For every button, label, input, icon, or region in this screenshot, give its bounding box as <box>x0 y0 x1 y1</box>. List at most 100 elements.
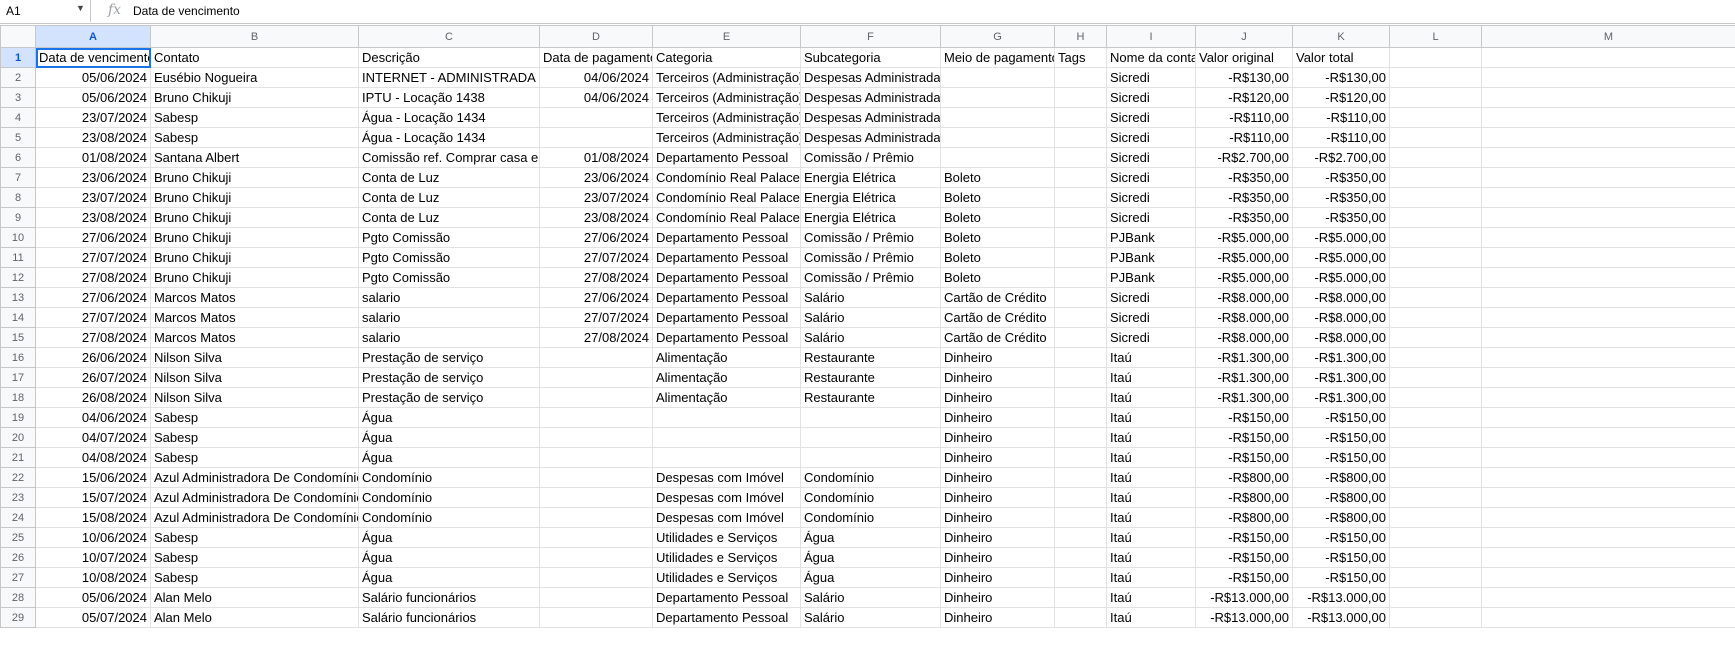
table-cell[interactable]: Nilson Silva <box>150 347 359 368</box>
table-cell[interactable]: Água <box>358 547 540 568</box>
table-cell[interactable]: Santana Albert <box>150 147 359 168</box>
table-cell[interactable] <box>1054 347 1107 368</box>
row-header[interactable]: 15 <box>0 327 36 348</box>
table-cell[interactable]: Boleto <box>940 227 1055 248</box>
table-cell[interactable]: Sicredi <box>1106 107 1196 128</box>
table-cell[interactable] <box>1389 547 1482 568</box>
column-header-g[interactable]: G <box>940 25 1055 48</box>
table-cell[interactable] <box>1389 307 1482 328</box>
table-cell[interactable]: Conta de Luz <box>358 207 540 228</box>
table-cell[interactable]: Departamento Pessoal <box>652 287 801 308</box>
header-cell[interactable] <box>1481 47 1735 68</box>
table-cell[interactable]: Marcos Matos <box>150 287 359 308</box>
table-cell[interactable]: Departamento Pessoal <box>652 227 801 248</box>
column-header-m[interactable]: M <box>1481 25 1735 48</box>
table-cell[interactable] <box>1054 167 1107 188</box>
table-cell[interactable]: Marcos Matos <box>150 327 359 348</box>
table-cell[interactable]: 27/08/2024 <box>539 267 653 288</box>
table-cell[interactable]: PJBank <box>1106 267 1196 288</box>
table-cell[interactable]: 23/06/2024 <box>539 167 653 188</box>
row-header[interactable]: 26 <box>0 547 36 568</box>
table-cell[interactable]: Sicredi <box>1106 67 1196 88</box>
column-header-h[interactable]: H <box>1054 25 1107 48</box>
table-cell[interactable]: 04/06/2024 <box>539 87 653 108</box>
table-cell[interactable]: 23/07/2024 <box>539 187 653 208</box>
row-header[interactable]: 25 <box>0 527 36 548</box>
table-cell[interactable] <box>1481 167 1735 188</box>
table-cell[interactable]: -R$150,00 <box>1292 527 1390 548</box>
row-header[interactable]: 19 <box>0 407 36 428</box>
table-cell[interactable]: Salário <box>800 587 941 608</box>
table-cell[interactable]: -R$120,00 <box>1195 87 1293 108</box>
table-cell[interactable] <box>1054 467 1107 488</box>
table-cell[interactable]: -R$350,00 <box>1195 167 1293 188</box>
table-cell[interactable]: Departamento Pessoal <box>652 607 801 628</box>
table-cell[interactable]: -R$5.000,00 <box>1292 227 1390 248</box>
table-cell[interactable]: Dinheiro <box>940 487 1055 508</box>
table-cell[interactable]: -R$350,00 <box>1292 207 1390 228</box>
table-cell[interactable]: Água <box>358 567 540 588</box>
table-cell[interactable]: Dinheiro <box>940 407 1055 428</box>
table-cell[interactable]: Azul Administradora De Condomínios <box>150 507 359 528</box>
table-cell[interactable] <box>940 67 1055 88</box>
table-cell[interactable] <box>539 127 653 148</box>
table-cell[interactable] <box>940 87 1055 108</box>
table-cell[interactable]: 05/06/2024 <box>35 87 151 108</box>
table-cell[interactable]: 23/07/2024 <box>35 107 151 128</box>
table-cell[interactable]: -R$150,00 <box>1292 427 1390 448</box>
table-cell[interactable]: Condomínio <box>358 487 540 508</box>
table-cell[interactable] <box>1481 207 1735 228</box>
table-cell[interactable] <box>1389 147 1482 168</box>
table-cell[interactable]: -R$150,00 <box>1292 547 1390 568</box>
table-cell[interactable]: Dinheiro <box>940 387 1055 408</box>
table-cell[interactable] <box>1481 447 1735 468</box>
header-cell[interactable]: Nome da conta <box>1106 47 1196 68</box>
table-cell[interactable] <box>1054 207 1107 228</box>
dropdown-arrow-icon[interactable]: ▼ <box>76 3 85 13</box>
table-cell[interactable]: Água <box>800 527 941 548</box>
table-cell[interactable]: -R$1.300,00 <box>1292 367 1390 388</box>
table-cell[interactable]: -R$350,00 <box>1292 167 1390 188</box>
table-cell[interactable] <box>1481 107 1735 128</box>
table-cell[interactable]: Itaú <box>1106 587 1196 608</box>
table-cell[interactable] <box>1389 227 1482 248</box>
table-cell[interactable]: Alimentação <box>652 347 801 368</box>
table-cell[interactable]: Salário <box>800 607 941 628</box>
table-cell[interactable]: Dinheiro <box>940 447 1055 468</box>
table-cell[interactable]: Sicredi <box>1106 127 1196 148</box>
table-cell[interactable] <box>1481 307 1735 328</box>
table-cell[interactable]: Condomínio <box>358 507 540 528</box>
table-cell[interactable] <box>1481 567 1735 588</box>
table-cell[interactable]: -R$350,00 <box>1195 207 1293 228</box>
column-header-l[interactable]: L <box>1389 25 1482 48</box>
table-cell[interactable]: -R$8.000,00 <box>1195 327 1293 348</box>
table-cell[interactable]: -R$13.000,00 <box>1195 607 1293 628</box>
table-cell[interactable]: Condomínio Real Palace <box>652 207 801 228</box>
row-header[interactable]: 4 <box>0 107 36 128</box>
table-cell[interactable]: Condomínio <box>800 467 941 488</box>
table-cell[interactable]: Conta de Luz <box>358 187 540 208</box>
table-cell[interactable] <box>940 147 1055 168</box>
row-header[interactable]: 3 <box>0 87 36 108</box>
table-cell[interactable]: Comissão / Prêmio <box>800 227 941 248</box>
table-cell[interactable]: -R$150,00 <box>1195 427 1293 448</box>
table-cell[interactable] <box>539 407 653 428</box>
row-header[interactable]: 17 <box>0 367 36 388</box>
table-cell[interactable] <box>940 127 1055 148</box>
table-cell[interactable]: 04/08/2024 <box>35 447 151 468</box>
table-cell[interactable] <box>539 567 653 588</box>
row-header[interactable]: 21 <box>0 447 36 468</box>
table-cell[interactable]: Prestação de serviço <box>358 387 540 408</box>
table-cell[interactable]: Sabesp <box>150 127 359 148</box>
table-cell[interactable]: Despesas Administradas <box>800 87 941 108</box>
table-cell[interactable] <box>1481 527 1735 548</box>
table-cell[interactable]: -R$13.000,00 <box>1292 607 1390 628</box>
table-cell[interactable]: 27/06/2024 <box>35 227 151 248</box>
table-cell[interactable] <box>1389 87 1482 108</box>
table-cell[interactable] <box>1481 427 1735 448</box>
table-cell[interactable]: Salário <box>800 287 941 308</box>
table-cell[interactable]: Água <box>358 447 540 468</box>
table-cell[interactable]: Itaú <box>1106 487 1196 508</box>
row-header[interactable]: 7 <box>0 167 36 188</box>
column-header-e[interactable]: E <box>652 25 801 48</box>
